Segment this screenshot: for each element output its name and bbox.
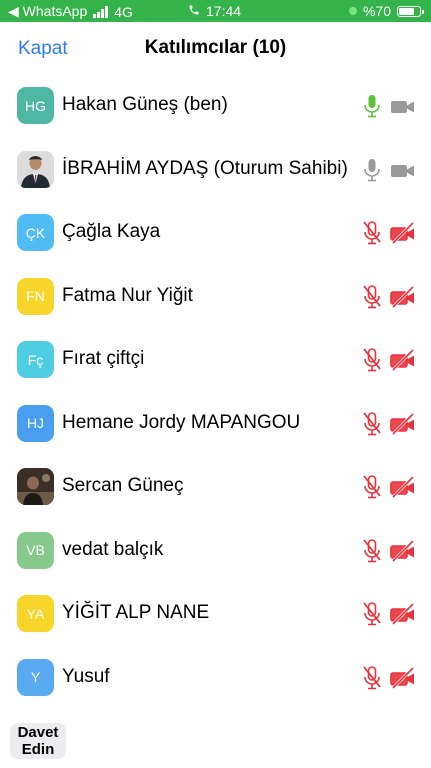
status-center: 17:44 (188, 3, 241, 19)
avatar: HG (17, 87, 54, 124)
participant-name: Hemane Jordy MAPANGOU (62, 411, 301, 433)
invite-label-line2: Edin (21, 741, 55, 758)
video-off-icon[interactable] (390, 475, 416, 499)
video-camera-icon[interactable] (390, 159, 416, 181)
video-off-icon[interactable] (390, 539, 416, 562)
mic-muted-icon[interactable] (361, 665, 383, 691)
participant-row[interactable]: Sercan Güneç (0, 455, 431, 519)
status-left: ◀ WhatsApp 4G (8, 3, 133, 20)
battery-icon (397, 5, 424, 17)
avatar: YA (17, 595, 54, 632)
avatar-initials: FN (26, 288, 45, 304)
mic-muted-icon[interactable] (361, 538, 383, 564)
avatar-initials: HG (25, 97, 46, 114)
avatar: FN (17, 277, 54, 315)
participant-row[interactable]: FN Fatma Nur Yiğit (0, 265, 431, 329)
mic-muted-icon[interactable] (361, 601, 383, 627)
video-off-icon[interactable] (390, 666, 416, 689)
mic-muted-icon[interactable] (361, 474, 383, 500)
participant-row[interactable]: VB vedat balçık (0, 519, 431, 583)
mic-muted-icon[interactable] (361, 220, 383, 246)
microphone-icon[interactable] (361, 93, 383, 119)
avatar (17, 468, 54, 505)
invite-button[interactable]: Davet Edin (10, 723, 66, 759)
avatar-initials: YA (26, 605, 45, 622)
avatar: Y (17, 658, 54, 696)
participant-name: Yusuf (62, 665, 110, 687)
avatar-initials: Fç (27, 351, 44, 368)
back-to-app-link[interactable]: ◀ WhatsApp (8, 3, 87, 20)
participant-name: Çağla Kaya (62, 221, 161, 242)
phone-call-icon (188, 3, 200, 19)
participant-row[interactable]: İBRAHİM AYDAŞ (Oturum Sahibi) (0, 138, 431, 202)
participant-name: İBRAHİM AYDAŞ (Oturum Sahibi) (62, 157, 348, 179)
video-off-icon[interactable] (390, 602, 416, 626)
participant-row[interactable]: Y Yusuf (0, 646, 431, 710)
participant-row[interactable]: HG Hakan Güneş (ben) (0, 74, 431, 138)
avatar-initials: VB (26, 542, 45, 558)
video-off-icon[interactable] (390, 285, 416, 308)
avatar: HJ (17, 404, 54, 442)
mic-muted-icon[interactable] (361, 411, 383, 437)
participant-name: YİĞİT ALP NANE (62, 602, 210, 623)
avatar (17, 150, 54, 188)
participant-row[interactable]: HJ Hemane Jordy MAPANGOU (0, 392, 431, 456)
participant-list: HG Hakan Güneş (ben) İBRAHİM AYDAŞ (Oturum… (0, 74, 431, 709)
microphone-icon[interactable] (361, 157, 383, 183)
clock: 17:44 (206, 3, 242, 19)
mic-muted-icon[interactable] (361, 284, 383, 310)
participant-row[interactable]: Fç Fırat çiftçi (0, 328, 431, 392)
signal-icon (93, 5, 109, 18)
participant-row[interactable]: ÇK Çağla Kaya (0, 201, 431, 265)
video-off-icon[interactable] (390, 412, 416, 435)
video-camera-icon[interactable] (390, 95, 416, 117)
mic-muted-icon[interactable] (361, 347, 383, 373)
participant-name: Sercan Güneç (62, 475, 184, 496)
avatar: VB (17, 531, 54, 569)
avatar: ÇK (17, 214, 54, 251)
nav-bar: Kapat Katılımcılar (10) (0, 22, 431, 76)
participant-name: Hakan Güneş (ben) (62, 94, 228, 115)
invite-label-line1: Davet (17, 724, 59, 741)
participant-name: Fırat çiftçi (62, 348, 145, 369)
avatar: Fç (17, 341, 54, 378)
status-right: %70 (348, 3, 424, 19)
participant-name: vedat balçık (62, 538, 164, 560)
avatar-initials: Y (30, 669, 41, 685)
video-off-icon[interactable] (390, 348, 416, 372)
status-bar: ◀ WhatsApp 4G 17:44 %70 (0, 0, 431, 22)
mic-indicator-dot (348, 7, 357, 15)
page-title: Katılımcılar (10) (144, 37, 287, 58)
video-off-icon[interactable] (390, 221, 416, 245)
battery-percent: %70 (362, 3, 391, 19)
participant-row[interactable]: YA YİĞİT ALP NANE (0, 582, 431, 646)
network-type: 4G (114, 3, 133, 20)
participant-name: Fatma Nur Yiğit (62, 284, 193, 306)
avatar-initials: ÇK (25, 224, 46, 241)
avatar-initials: HJ (26, 415, 45, 431)
